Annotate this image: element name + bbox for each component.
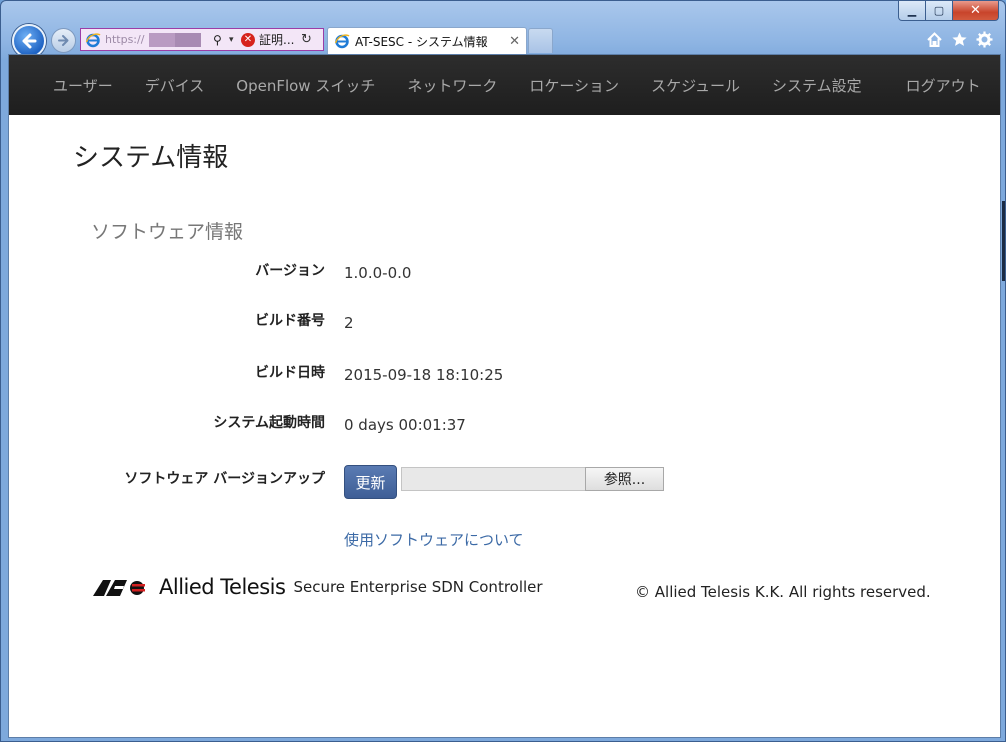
upgrade-label: ソフトウェア バージョンアップ: [124, 471, 325, 487]
new-tab-button[interactable]: [528, 28, 553, 53]
info-label: ビルド番号: [255, 313, 325, 329]
page-title: システム情報: [73, 143, 229, 173]
nav-item-devices[interactable]: デバイス: [129, 75, 221, 96]
close-icon: ✕: [970, 3, 981, 18]
nav-item-system-settings[interactable]: システム設定: [756, 75, 878, 96]
product-name: Secure Enterprise SDN Controller: [293, 578, 543, 596]
nav-item-schedule[interactable]: スケジュール: [635, 75, 756, 96]
browser-toolbar: [926, 31, 993, 48]
allied-telesis-logo-icon: [93, 580, 145, 596]
brand-name: Allied Telesis: [159, 575, 286, 599]
nav-item-location[interactable]: ロケーション: [513, 75, 635, 96]
ie-logo-icon: [85, 32, 101, 47]
refresh-icon[interactable]: ↻: [301, 32, 312, 47]
info-value: 2015-09-18 18:10:25: [344, 366, 504, 384]
search-icon[interactable]: ⚲: [213, 33, 225, 47]
copyright-text: © Allied Telesis K.K. All rights reserve…: [635, 583, 931, 601]
window-controls: ▁ ▢ ✕: [898, 1, 999, 21]
window-edge: [1002, 201, 1005, 281]
minimize-icon: ▁: [907, 4, 917, 17]
forward-button[interactable]: [51, 28, 76, 53]
top-navigation: ユーザー デバイス OpenFlow スイッチ ネットワーク ロケーション スケ…: [9, 55, 1000, 115]
info-label: バージョン: [255, 263, 325, 279]
certificate-error-icon[interactable]: ✕: [241, 32, 255, 47]
tab-title: AT-SESC - システム情報: [355, 34, 488, 49]
software-info-link[interactable]: 使用ソフトウェアについて: [344, 529, 524, 550]
home-icon[interactable]: [926, 31, 943, 48]
info-row-uptime: システム起動時間 0 days 00:01:37: [9, 412, 1002, 436]
browse-button[interactable]: 参照...: [585, 467, 664, 491]
ie-logo-icon: [334, 34, 350, 49]
maximize-icon: ▢: [933, 4, 945, 17]
arrow-left-icon: [22, 33, 37, 49]
browser-window: ▁ ▢ ✕ https:// ⚲ ▾ ✕ 証明... ↻ AT-SESC - シ…: [0, 0, 1006, 742]
certificate-error-text[interactable]: 証明...: [259, 31, 297, 48]
section-title: ソフトウェア情報: [91, 221, 244, 243]
info-label: ビルド日時: [255, 365, 325, 381]
footer-brand: Allied Telesis Secure Enterprise SDN Con…: [93, 575, 543, 599]
info-row-build-date: ビルド日時 2015-09-18 18:10:25: [9, 362, 1002, 386]
address-bar[interactable]: https:// ⚲ ▾ ✕ 証明... ↻: [80, 28, 324, 51]
info-value: 2: [344, 314, 354, 332]
settings-gear-icon[interactable]: [976, 31, 993, 48]
info-value: 1.0.0-0.0: [344, 264, 412, 282]
nav-item-network[interactable]: ネットワーク: [391, 75, 513, 96]
browser-tab-active[interactable]: AT-SESC - システム情報 ✕: [327, 27, 527, 54]
address-url: https://: [105, 32, 209, 47]
maximize-button[interactable]: ▢: [926, 1, 953, 21]
info-row-version: バージョン 1.0.0-0.0: [9, 260, 1002, 284]
nav-item-users[interactable]: ユーザー: [37, 75, 129, 96]
tab-close-icon[interactable]: ✕: [509, 34, 520, 49]
dropdown-caret-icon[interactable]: ▾: [229, 35, 237, 45]
nav-item-logout[interactable]: ログアウト: [890, 75, 997, 96]
back-button[interactable]: [12, 24, 46, 58]
file-path-input[interactable]: [401, 467, 586, 491]
info-label: システム起動時間: [213, 415, 325, 431]
close-window-button[interactable]: ✕: [953, 1, 999, 21]
page-viewport: ユーザー デバイス OpenFlow スイッチ ネットワーク ロケーション スケ…: [8, 54, 1001, 738]
info-row-build-number: ビルド番号 2: [9, 310, 1002, 334]
info-value: 0 days 00:01:37: [344, 416, 466, 434]
nav-item-openflow-switch[interactable]: OpenFlow スイッチ: [220, 75, 391, 96]
update-button[interactable]: 更新: [344, 465, 397, 499]
arrow-right-icon: [58, 35, 69, 46]
minimize-button[interactable]: ▁: [898, 1, 926, 21]
favorites-star-icon[interactable]: [951, 31, 968, 48]
